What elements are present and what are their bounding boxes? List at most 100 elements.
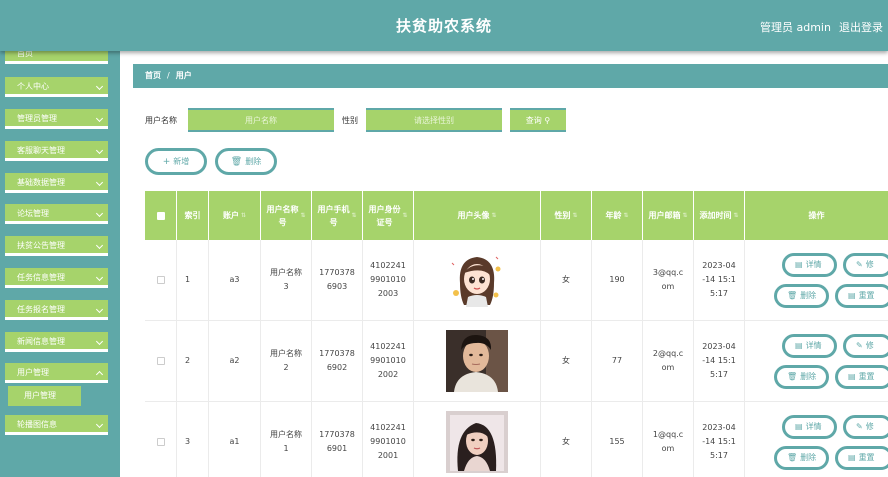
sidebar-item-label: 任务信息管理 [17,273,65,282]
detail-button[interactable]: ▤ 详情 [782,334,837,358]
edit-button[interactable]: ✎ 修 [843,334,888,358]
trash-icon: 🗑 [787,291,798,300]
reset-password-button[interactable]: ▤ 重置 [835,284,888,308]
chevron-up-icon [95,370,104,379]
search-icon: ⚲ [544,115,551,125]
header-account[interactable]: 账户 ⇅ [209,191,261,240]
avatar-photo-man[interactable] [446,330,508,392]
reset-password-button[interactable]: ▤ 重置 [835,446,888,470]
cell-avatar [414,321,541,402]
sidebar-item-label: 扶贫公告管理 [17,241,65,250]
sidebar-item-label: 管理员管理 [17,114,57,123]
pencil-icon: ✎ [856,422,863,431]
add-button[interactable]: + 新增 [145,148,207,175]
sort-icon: ⇅ [491,212,497,219]
sidebar-item-basic-data[interactable]: 基础数据管理 [5,173,108,193]
sort-icon: ⇅ [572,212,578,219]
detail-button[interactable]: ▤ 详情 [782,415,837,439]
sidebar-item-personal[interactable]: 个人中心 [5,77,108,97]
sidebar-item-forum[interactable]: 论坛管理 [5,204,108,224]
row-checkbox[interactable] [156,357,165,365]
header-index[interactable]: 索引 [177,191,209,240]
detail-label: 详情 [805,260,822,269]
cell-phone: 1770378 6902 [312,321,363,402]
chevron-down-icon [95,209,104,218]
row-checkbox-cell[interactable] [145,402,177,477]
name-label: 用户名称 [145,116,177,125]
header-idcard[interactable]: 用户身份 证号 ⇅ [363,191,414,240]
avatar-cartoon-girl[interactable] [446,249,508,311]
header-name[interactable]: 用户名称 号 ⇅ [261,191,312,240]
header-label: 年龄 [605,211,622,220]
delete-button[interactable]: 🗑 删除 [774,446,829,470]
delete-label: 删除 [800,291,817,300]
header-select-all[interactable] [145,191,177,240]
sidebar-item-label: 用户管理 [17,368,49,377]
sort-icon: ⇅ [623,212,629,219]
breadcrumb-separator: / [167,71,170,80]
row-checkbox[interactable] [156,438,165,446]
row-checkbox[interactable] [156,276,165,284]
query-button[interactable]: 查询 ⚲ [510,108,566,132]
row-checkbox-cell[interactable] [145,240,177,321]
header-email[interactable]: 用户邮箱 ⇅ [643,191,694,240]
edit-button[interactable]: ✎ 修 [843,253,888,277]
sidebar-item-label: 轮播图信息 [17,420,57,429]
header-label: 添加时间 [699,211,732,220]
header-label: 操作 [808,211,825,220]
detail-button[interactable]: ▤ 详情 [782,253,837,277]
sidebar-item-task-signup[interactable]: 任务报名管理 [5,300,108,320]
pencil-icon: ✎ [856,260,863,269]
gender-label: 性别 [342,116,358,125]
sort-icon: ⇅ [351,212,357,219]
header-time[interactable]: 添加时间 ⇅ [694,191,745,240]
header-label: 用户手机 号 [317,204,350,227]
document-icon: ▤ [848,453,856,462]
cell-index: 3 [177,402,209,477]
header-gender[interactable]: 性别 ⇅ [541,191,592,240]
chevron-down-icon [95,178,104,187]
sort-icon: ⇅ [240,212,247,219]
select-all-checkbox[interactable] [156,211,165,220]
sidebar-item-label: 基础数据管理 [17,178,65,187]
sidebar-item-admin[interactable]: 管理员管理 [5,109,108,129]
breadcrumb-home[interactable]: 首页 [145,71,161,80]
reset-label: 重置 [858,372,875,381]
query-label: 查询 [525,115,542,125]
sidebar-item-label: 个人中心 [17,82,49,91]
sidebar-item-chat[interactable]: 客服聊天管理 [5,141,108,161]
sidebar-item-task-info[interactable]: 任务信息管理 [5,268,108,288]
pencil-icon: ✎ [856,341,863,350]
delete-button[interactable]: 🗑 删除 [774,365,829,389]
sidebar-item-carousel[interactable]: 轮播图信息 [5,415,108,435]
logout-link[interactable]: 退出登录 [839,19,883,35]
name-search-input[interactable] [188,108,334,132]
sidebar-item-label: 首页 [17,51,33,58]
cell-avatar [414,240,541,321]
sidebar-item-users[interactable]: 用户管理 [5,363,108,383]
sidebar-item-home[interactable]: 首页 [5,51,108,64]
cell-phone: 1770378 6903 [312,240,363,321]
delete-button[interactable]: 🗑 删除 [774,284,829,308]
sidebar-subitem-user-manage[interactable]: 用户管理 [8,386,81,406]
header-label: 用户身份 证号 [368,204,401,227]
sidebar-item-label: 新闻信息管理 [17,337,65,346]
cell-index: 2 [177,321,209,402]
batch-delete-button[interactable]: 🗑 删除 [215,148,277,175]
document-icon: ▤ [795,341,803,350]
reset-password-button[interactable]: ▤ 重置 [835,365,888,389]
gender-select[interactable] [366,108,502,132]
header-avatar[interactable]: 用户头像 ⇅ [414,191,541,240]
sidebar: 首页 个人中心 管理员管理 客服聊天管理 基础数据管理 论坛管理 扶贫公告管理 … [0,51,120,477]
avatar-photo-woman[interactable] [446,411,508,473]
chevron-down-icon [95,420,104,429]
row-checkbox-cell[interactable] [145,321,177,402]
header-age[interactable]: 年龄 ⇅ [592,191,643,240]
breadcrumb-current: 用户 [175,71,192,80]
sidebar-item-notice[interactable]: 扶贫公告管理 [5,236,108,256]
header-phone[interactable]: 用户手机 号 ⇅ [312,191,363,240]
edit-button[interactable]: ✎ 修 [843,415,888,439]
current-user: 管理员 admin [760,21,831,34]
sidebar-item-news[interactable]: 新闻信息管理 [5,332,108,352]
cell-time: 2023-04 -14 15:1 5:17 [694,240,745,321]
